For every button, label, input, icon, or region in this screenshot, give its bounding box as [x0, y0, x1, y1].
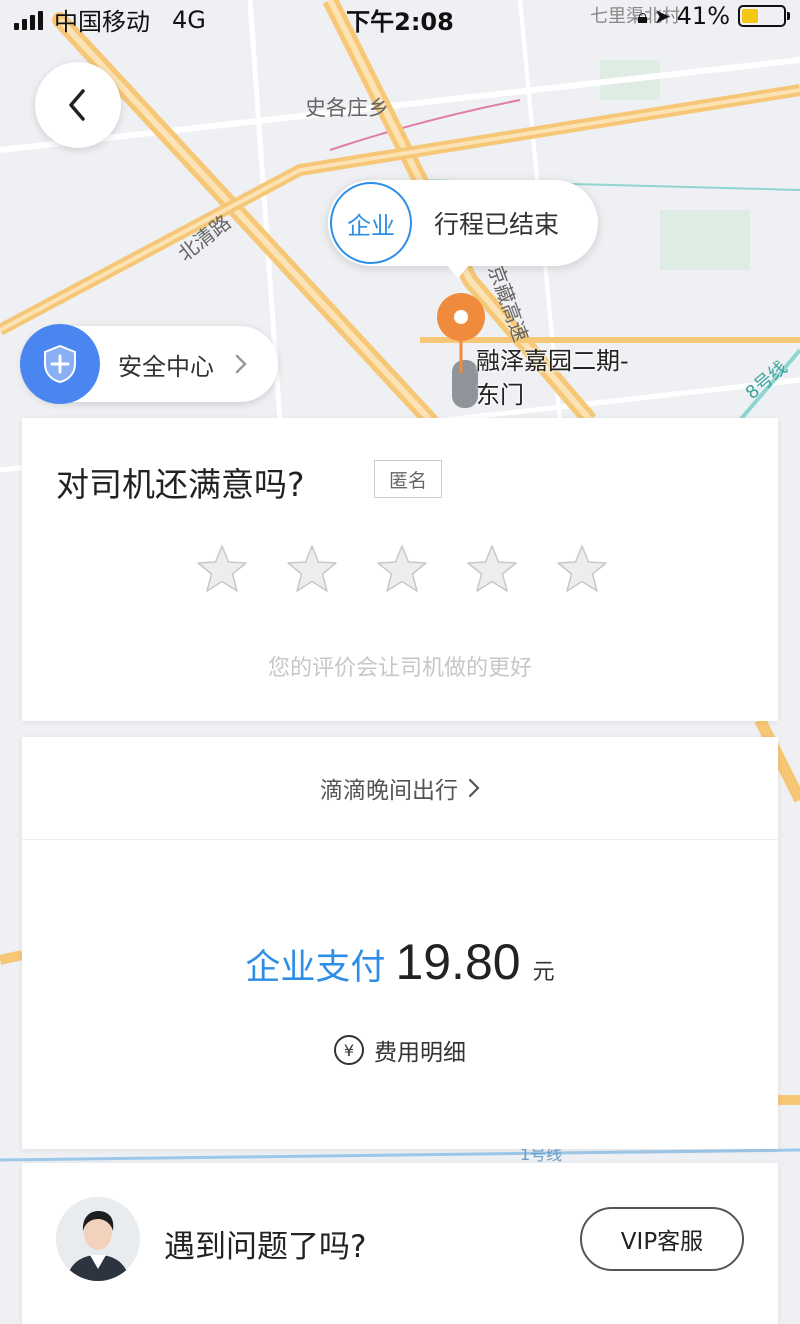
chevron-right-icon	[235, 354, 247, 374]
currency-unit: 元	[532, 960, 555, 985]
star-rating	[194, 542, 644, 598]
rotation-lock-icon: 🔒︎	[637, 4, 648, 28]
star-icon[interactable]	[284, 542, 340, 598]
payment-summary: 企业支付 19.80 元	[22, 933, 778, 991]
safety-center-button[interactable]: 安全中心	[20, 324, 278, 404]
battery-icon	[738, 5, 790, 27]
status-bar: 中国移动 4G 下午2:08 🔒︎ ➤ 41%	[0, 0, 800, 36]
chevron-right-icon	[468, 778, 480, 798]
map-label: 史各庄乡	[305, 96, 389, 120]
driver-rating-card: 对司机还满意吗? 匿名 您的评价会让司机做的更好	[22, 418, 778, 721]
rating-hint: 您的评价会让司机做的更好	[267, 656, 532, 681]
enterprise-tag: 企业	[330, 182, 412, 264]
payment-card: 滴滴晚间出行 企业支付 19.80 元 ¥ 费用明细	[22, 737, 778, 1149]
star-icon[interactable]	[374, 542, 430, 598]
help-card: 遇到问题了吗? VIP客服	[22, 1163, 778, 1324]
battery-percent: 41%	[676, 2, 730, 30]
night-service-label: 滴滴晚间出行	[320, 778, 458, 804]
rating-title: 对司机还满意吗?	[56, 465, 305, 504]
chevron-left-icon	[69, 89, 85, 121]
destination-label: 融泽嘉园二期- 东门	[476, 344, 656, 412]
shield-icon	[20, 324, 100, 404]
agent-avatar	[56, 1197, 140, 1281]
back-button[interactable]	[35, 62, 121, 148]
payment-method: 企业支付	[245, 948, 386, 988]
yen-icon: ¥	[334, 1035, 364, 1065]
fee-detail-link[interactable]: ¥ 费用明细	[22, 1033, 778, 1067]
night-service-link[interactable]: 滴滴晚间出行	[22, 737, 778, 840]
trip-status-text: 行程已结束	[434, 210, 560, 239]
star-icon[interactable]	[194, 542, 250, 598]
destination-name-line1: 融泽嘉园二期-	[476, 347, 629, 375]
vip-service-button[interactable]: VIP客服	[580, 1207, 744, 1271]
help-question: 遇到问题了吗?	[164, 1229, 367, 1265]
fee-detail-label: 费用明细	[374, 1040, 466, 1066]
safety-center-label: 安全中心	[118, 352, 214, 381]
payment-amount: 19.80	[395, 934, 521, 990]
star-icon[interactable]	[554, 542, 610, 598]
anonymous-toggle[interactable]: 匿名	[374, 460, 442, 498]
star-icon[interactable]	[464, 542, 520, 598]
trip-status-bubble: 企业 行程已结束	[328, 180, 598, 278]
destination-name-line2: 东门	[476, 381, 524, 409]
location-arrow-icon: ➤	[653, 4, 671, 28]
